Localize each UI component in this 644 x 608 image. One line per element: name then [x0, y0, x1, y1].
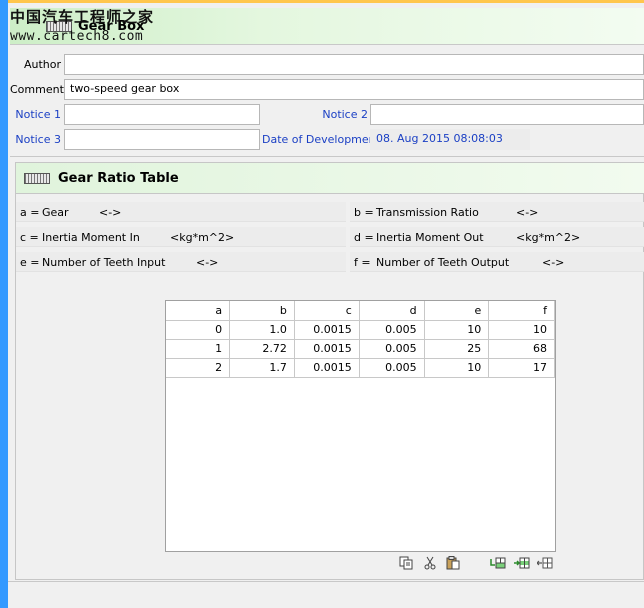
- cut-icon[interactable]: [422, 556, 438, 570]
- column-name: Gear: [42, 206, 69, 219]
- top-accent-strip: [0, 0, 644, 3]
- column-header-b[interactable]: b: [229, 301, 295, 321]
- gear-ratio-table[interactable]: a b c d e f 0 1.0 0.0015 0.005 10 10 1 2…: [165, 300, 556, 552]
- comment-label: Comment: [10, 83, 64, 96]
- table-row[interactable]: 2 1.7 0.0015 0.005 10 17: [166, 358, 555, 378]
- notice2-field[interactable]: [370, 104, 644, 125]
- section-title: Gear Ratio Table: [58, 171, 179, 186]
- date-field: 08. Aug 2015 08:08:03: [370, 129, 530, 150]
- table-cell[interactable]: 10: [488, 320, 555, 340]
- column-unit: <->: [99, 206, 122, 219]
- table-cell[interactable]: 1.7: [229, 358, 295, 378]
- table-cell[interactable]: 0.005: [359, 339, 425, 359]
- table-cell[interactable]: 0: [166, 320, 231, 340]
- column-key: a =: [20, 206, 40, 219]
- table-row[interactable]: 0 1.0 0.0015 0.005 10 10: [166, 320, 555, 340]
- table-cell[interactable]: 2.72: [229, 339, 295, 359]
- column-key: d =: [354, 231, 374, 244]
- table-cell[interactable]: 0.005: [359, 320, 425, 340]
- table-header-row: a b c d e f: [166, 301, 555, 321]
- keyboard-icon: [24, 173, 50, 184]
- notice2-label: Notice 2: [322, 108, 368, 121]
- column-key: e =: [20, 256, 40, 269]
- column-unit: <->: [196, 256, 219, 269]
- column-name: Inertia Moment Out: [376, 231, 484, 244]
- delete-row-icon[interactable]: [536, 556, 553, 570]
- watermark-url: www.cartech8.com: [10, 29, 144, 44]
- column-name: Number of Teeth Output: [376, 256, 510, 269]
- notice3-label: Notice 3: [15, 133, 61, 146]
- comment-field[interactable]: two-speed gear box: [64, 79, 644, 100]
- watermark-chinese: 中国汽车工程师之家: [10, 8, 155, 26]
- column-header-d[interactable]: d: [359, 301, 425, 321]
- column-name: Inertia Moment In: [42, 231, 140, 244]
- bottom-divider: [8, 581, 644, 582]
- divider: [10, 156, 644, 157]
- column-name: Transmission Ratio: [376, 206, 479, 219]
- table-cell[interactable]: 17: [488, 358, 555, 378]
- date-label: Date of Development: [262, 133, 380, 146]
- column-unit: <->: [516, 206, 539, 219]
- column-name: Number of Teeth Input: [42, 256, 166, 269]
- column-unit: <kg*m^2>: [516, 231, 581, 244]
- notice3-field[interactable]: [64, 129, 260, 150]
- table-cell[interactable]: 2: [166, 358, 231, 378]
- copy-icon[interactable]: [399, 556, 415, 570]
- author-field[interactable]: [64, 54, 644, 75]
- table-cell[interactable]: 1.0: [229, 320, 295, 340]
- column-unit: <->: [542, 256, 565, 269]
- table-cell[interactable]: 0.0015: [294, 320, 360, 340]
- notice1-label: Notice 1: [15, 108, 61, 121]
- table-cell[interactable]: 0.005: [359, 358, 425, 378]
- insert-row-icon[interactable]: [514, 556, 530, 570]
- author-label: Author: [23, 58, 61, 71]
- table-cell[interactable]: 0.0015: [294, 339, 360, 359]
- left-accent-bar: [0, 0, 8, 608]
- table-cell[interactable]: 68: [488, 339, 555, 359]
- column-key: f =: [354, 256, 371, 269]
- insert-row-below-icon[interactable]: [490, 556, 506, 570]
- table-row[interactable]: 1 2.72 0.0015 0.005 25 68: [166, 339, 555, 359]
- column-key: c =: [20, 231, 39, 244]
- notice1-field[interactable]: [64, 104, 260, 125]
- column-header-f[interactable]: f: [488, 301, 555, 321]
- column-key: b =: [354, 206, 374, 219]
- table-cell[interactable]: 10: [424, 358, 490, 378]
- column-header-c[interactable]: c: [294, 301, 360, 321]
- column-header-e[interactable]: e: [424, 301, 490, 321]
- table-cell[interactable]: 25: [424, 339, 490, 359]
- table-cell[interactable]: 0.0015: [294, 358, 360, 378]
- table-cell[interactable]: 1: [166, 339, 231, 359]
- column-header-a[interactable]: a: [166, 301, 231, 321]
- paste-icon[interactable]: [445, 556, 461, 570]
- table-cell[interactable]: 10: [424, 320, 490, 340]
- column-unit: <kg*m^2>: [170, 231, 235, 244]
